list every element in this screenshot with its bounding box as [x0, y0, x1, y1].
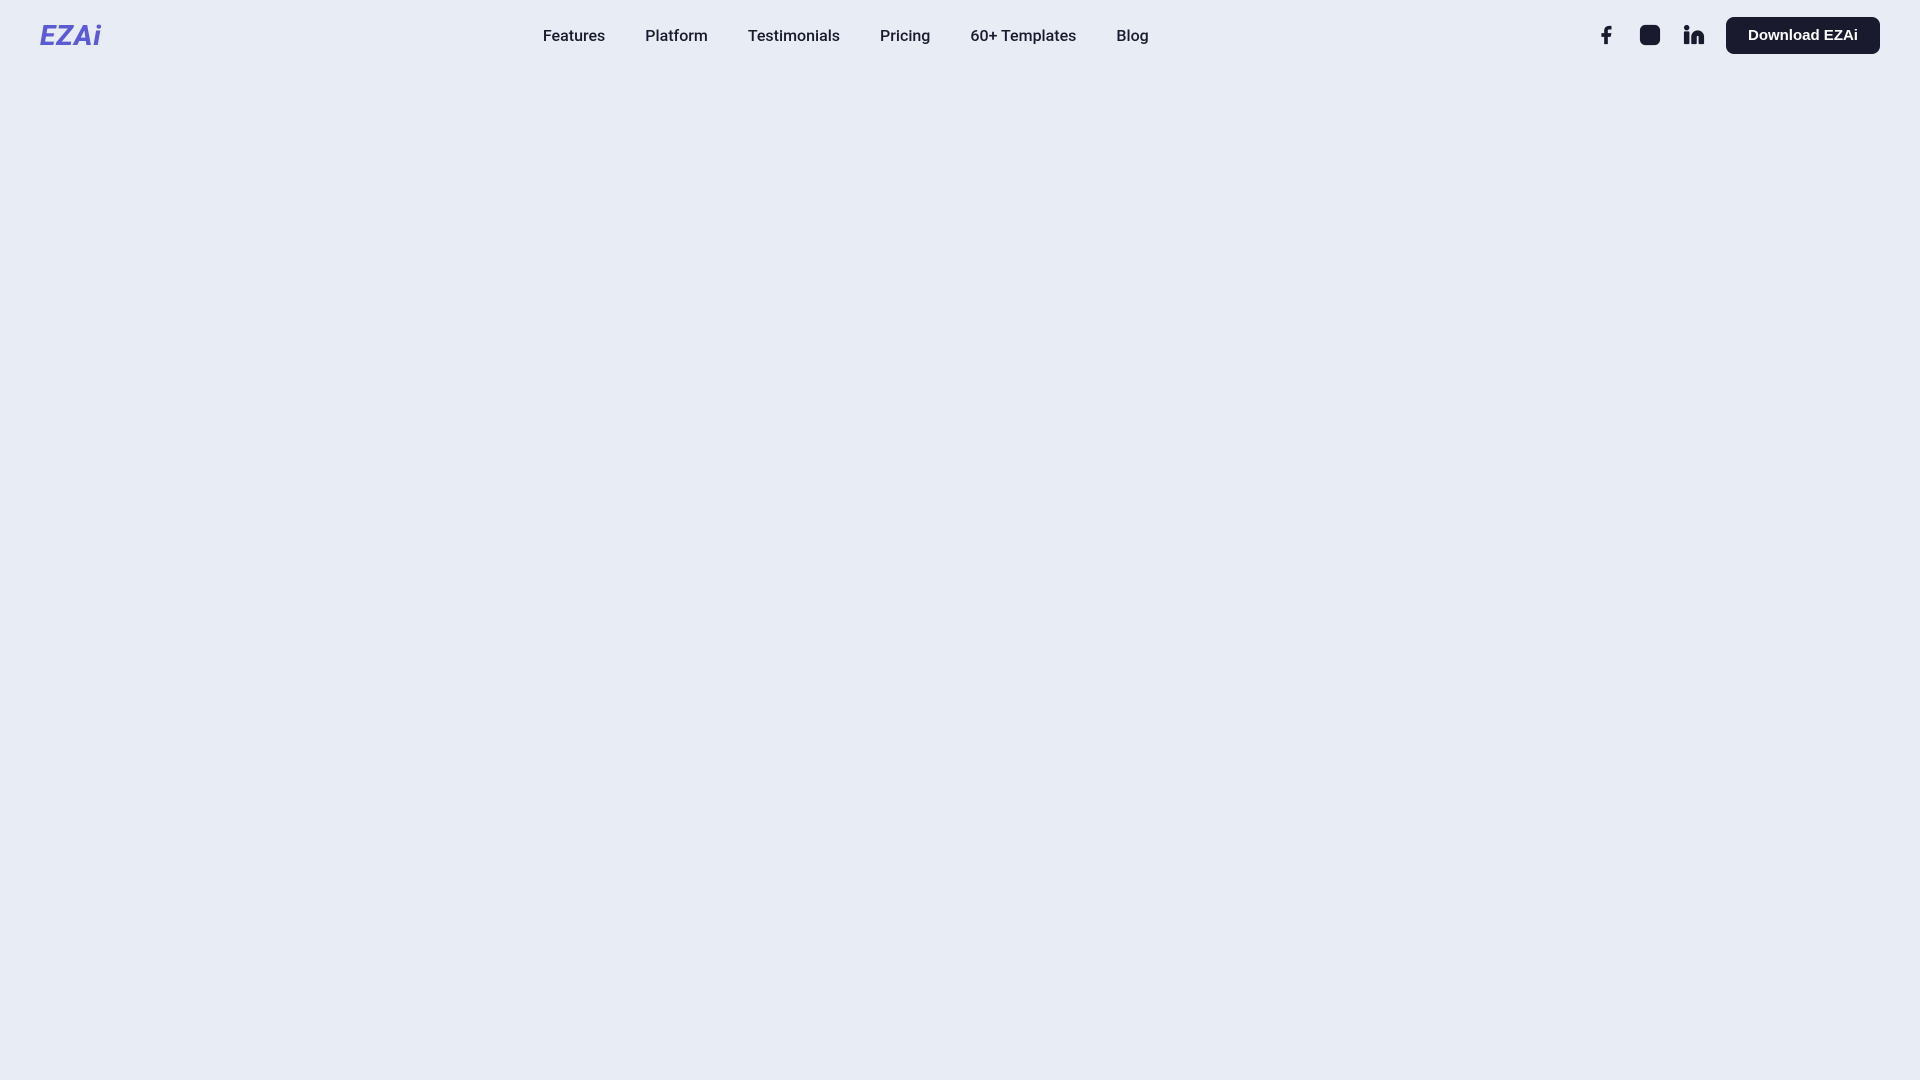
header-right: Download EZAi	[1590, 17, 1880, 54]
nav-testimonials[interactable]: Testimonials	[748, 26, 840, 45]
navbar: EZAi Features Platform Testimonials Pric…	[0, 0, 1920, 70]
download-button[interactable]: Download EZAi	[1726, 17, 1880, 54]
instagram-icon[interactable]	[1634, 19, 1666, 51]
logo[interactable]: EZAi	[40, 19, 102, 52]
main-content	[0, 70, 1920, 1080]
facebook-icon[interactable]	[1590, 19, 1622, 51]
social-links	[1590, 19, 1710, 51]
nav-templates[interactable]: 60+ Templates	[970, 26, 1076, 45]
linkedin-icon[interactable]	[1678, 19, 1710, 51]
nav-blog[interactable]: Blog	[1116, 26, 1148, 45]
nav-pricing[interactable]: Pricing	[880, 26, 930, 45]
nav-features[interactable]: Features	[543, 26, 605, 45]
main-nav: Features Platform Testimonials Pricing 6…	[543, 26, 1149, 45]
nav-platform[interactable]: Platform	[645, 26, 708, 45]
